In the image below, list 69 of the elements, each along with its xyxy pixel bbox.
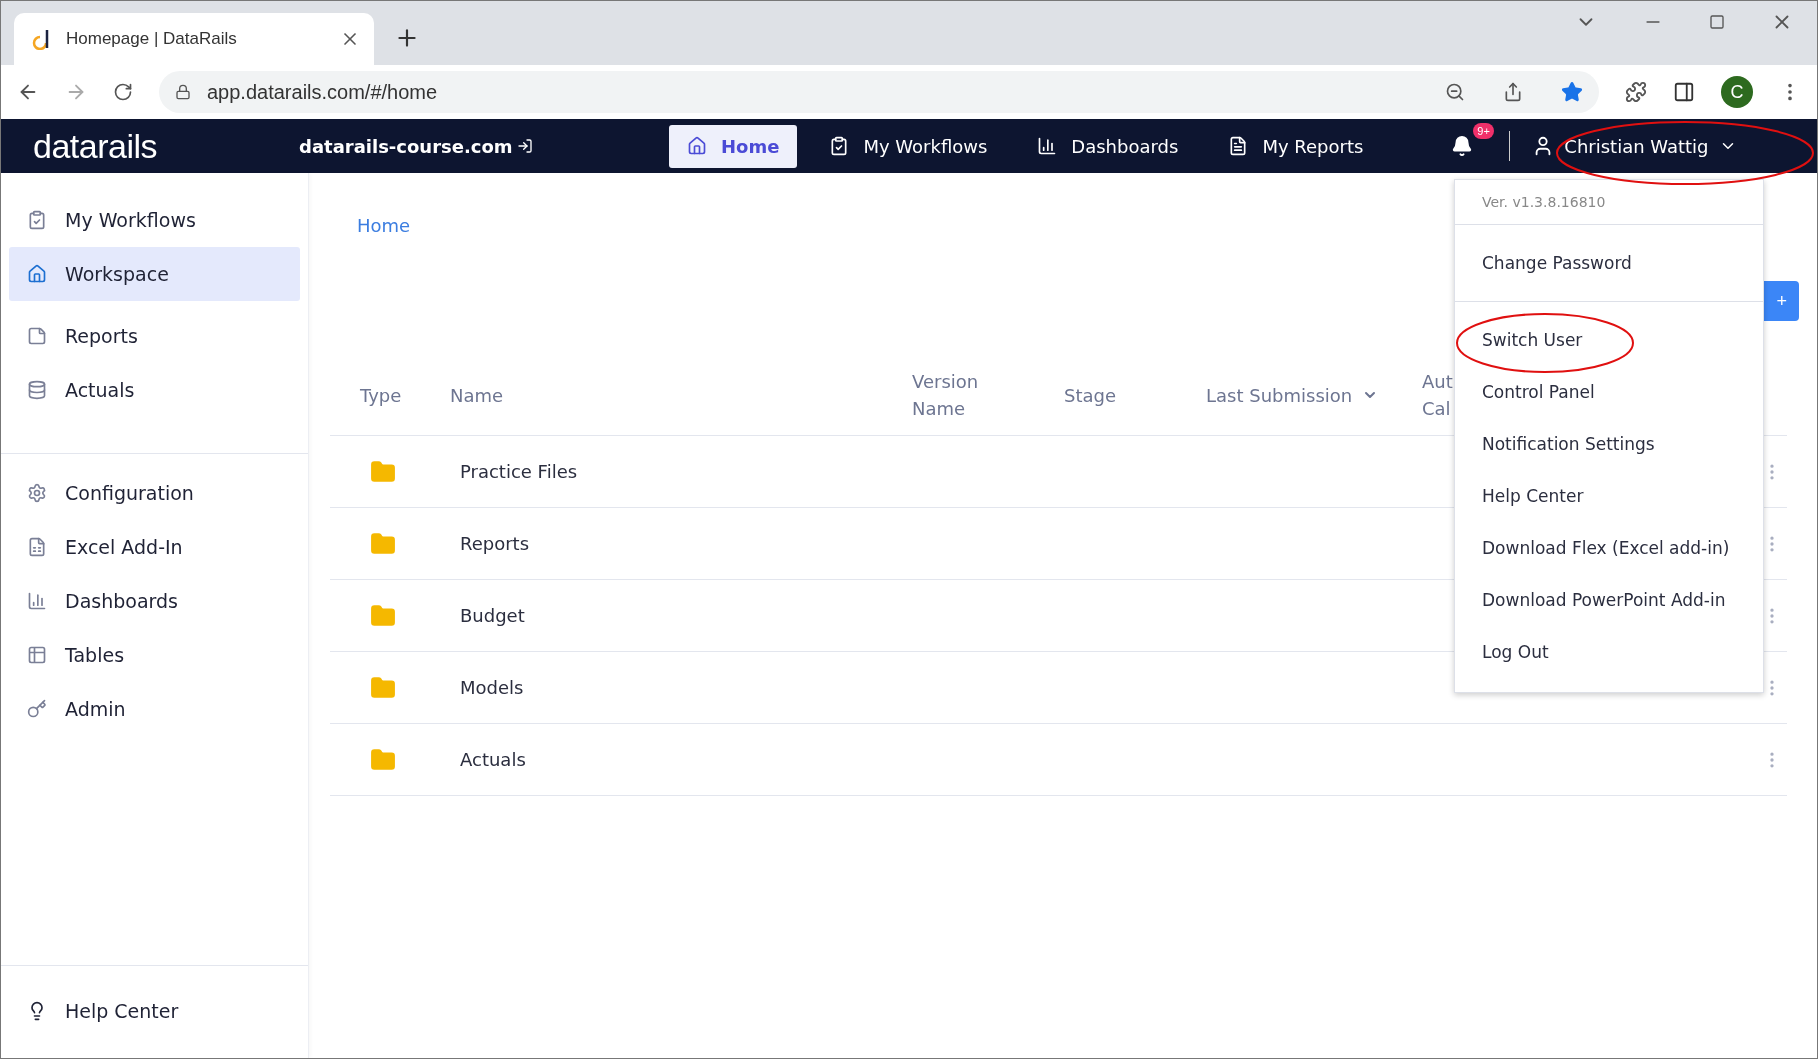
home-icon bbox=[27, 264, 47, 284]
database-icon bbox=[27, 380, 47, 400]
lock-icon bbox=[175, 84, 191, 100]
home-icon bbox=[687, 136, 707, 156]
folder-icon bbox=[370, 602, 396, 629]
column-header: Type bbox=[360, 383, 403, 408]
bar-chart-icon bbox=[1037, 136, 1058, 156]
bell-icon[interactable] bbox=[1451, 135, 1474, 157]
notification-badge: 9+ bbox=[1473, 123, 1494, 139]
table-cell: Models bbox=[460, 677, 524, 698]
company-link[interactable]: datarails-course.com bbox=[299, 135, 669, 157]
nav-tab[interactable]: My Workflows bbox=[811, 124, 1006, 168]
column-header: Version Name bbox=[912, 370, 980, 421]
user-menu-button[interactable]: Christian Wattig bbox=[1532, 135, 1737, 157]
profile-avatar[interactable]: C bbox=[1721, 76, 1753, 108]
sidebar-item[interactable]: My Workflows bbox=[9, 193, 300, 247]
menu-item[interactable]: Control Panel bbox=[1455, 366, 1763, 418]
menu-item[interactable]: Log Out bbox=[1455, 626, 1763, 678]
menu-item[interactable]: Notification Settings bbox=[1455, 418, 1763, 470]
bar-chart-icon bbox=[27, 591, 47, 611]
maximize-icon[interactable] bbox=[1709, 14, 1725, 30]
sidebar-item[interactable]: Reports bbox=[9, 309, 300, 363]
folder-icon bbox=[370, 530, 396, 557]
side-panel-icon[interactable] bbox=[1673, 81, 1695, 103]
sidebar-item[interactable]: Actuals bbox=[9, 363, 300, 417]
share-icon[interactable] bbox=[1503, 82, 1523, 102]
key-icon bbox=[27, 699, 47, 719]
column-header: Aut Cal bbox=[1422, 370, 1454, 421]
address-bar[interactable]: app.datarails.com/#/home bbox=[159, 71, 1599, 113]
settings-icon bbox=[27, 483, 47, 503]
column-header: Stage bbox=[1064, 383, 1117, 408]
note-icon bbox=[27, 326, 47, 346]
clipboard-icon bbox=[27, 210, 47, 230]
sidebar-item[interactable]: Help Center bbox=[9, 984, 300, 1038]
menu-item[interactable]: Download PowerPoint Add-in bbox=[1455, 574, 1763, 626]
sidebar-item[interactable]: Tables bbox=[9, 628, 300, 682]
sign-in-icon bbox=[516, 138, 533, 154]
star-icon[interactable] bbox=[1561, 81, 1583, 103]
nav-tab[interactable]: Dashboards bbox=[1019, 124, 1197, 168]
puzzle-icon[interactable] bbox=[1625, 81, 1647, 103]
nav-tab[interactable]: My Reports bbox=[1210, 124, 1382, 168]
menu-item[interactable]: Help Center bbox=[1455, 470, 1763, 522]
column-header[interactable]: Last Submission bbox=[1206, 381, 1422, 409]
sidebar-item[interactable]: Excel Add-In bbox=[9, 520, 300, 574]
sidebar-item[interactable]: Configuration bbox=[9, 466, 300, 520]
column-header: Name bbox=[450, 383, 505, 408]
document-icon bbox=[1228, 136, 1249, 156]
breadcrumb-link[interactable]: Home bbox=[357, 215, 411, 236]
clipboard-icon bbox=[829, 136, 850, 156]
table-cell: Budget bbox=[460, 605, 525, 626]
sidebar-item[interactable]: Admin bbox=[9, 682, 300, 736]
menu-item[interactable]: Download Flex (Excel add-in) bbox=[1455, 522, 1763, 574]
spreadsheet-icon bbox=[27, 537, 47, 557]
menu-item[interactable]: Switch User bbox=[1455, 314, 1763, 366]
folder-icon bbox=[370, 458, 396, 485]
table-cell: Reports bbox=[460, 533, 530, 554]
logo: datarails bbox=[33, 126, 158, 166]
sidebar-item[interactable]: Workspace bbox=[9, 247, 300, 301]
table-icon bbox=[27, 645, 47, 665]
browser-tab[interactable]: Homepage | DataRails bbox=[14, 13, 374, 65]
folder-icon bbox=[370, 674, 396, 701]
tab-title: Homepage | DataRails bbox=[66, 29, 238, 49]
table-cell: Practice Files bbox=[460, 461, 578, 482]
reload-icon[interactable] bbox=[113, 82, 133, 102]
sidebar-item[interactable]: Dashboards bbox=[9, 574, 300, 628]
zoom-out-icon[interactable] bbox=[1445, 82, 1465, 102]
table-cell: Actuals bbox=[460, 749, 526, 770]
nav-tab[interactable]: Home bbox=[669, 124, 798, 168]
folder-icon bbox=[370, 746, 396, 773]
